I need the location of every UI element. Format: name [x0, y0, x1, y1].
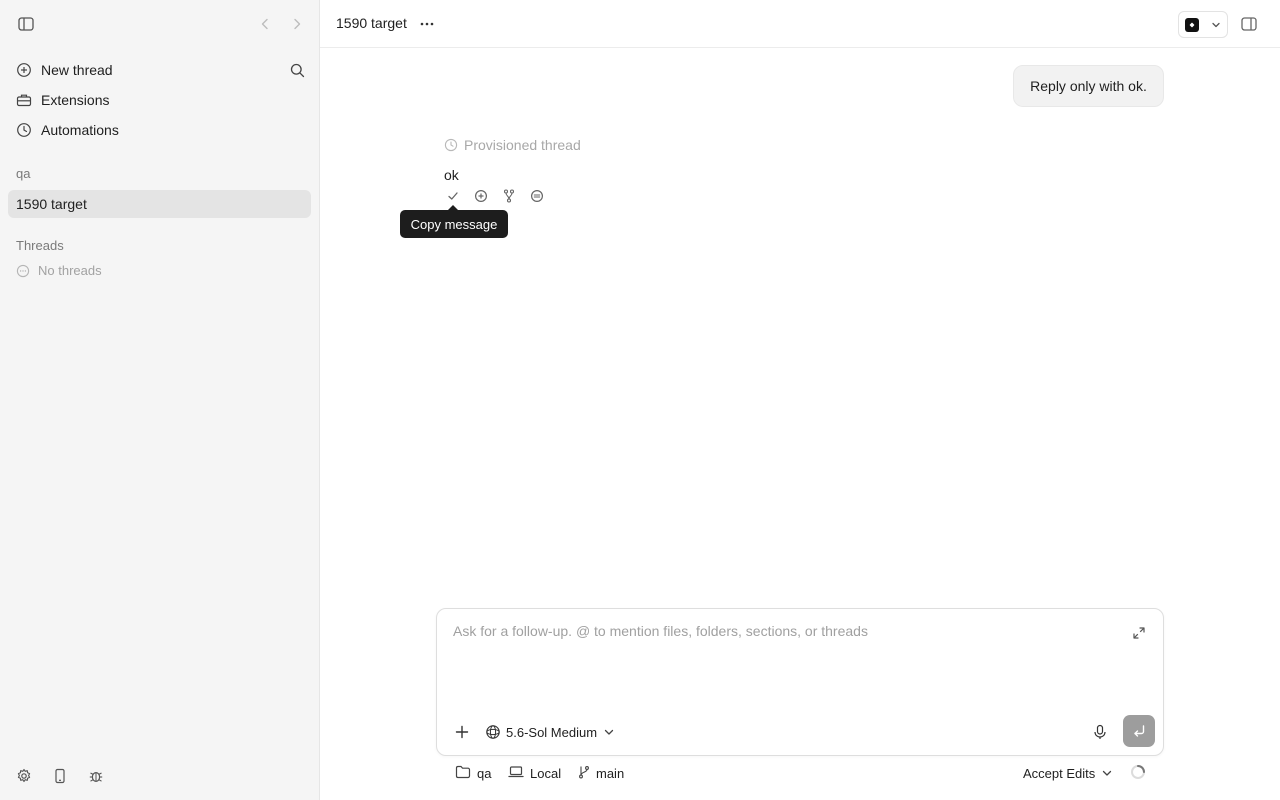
sidebar-toggle-icon[interactable] [14, 14, 38, 34]
copy-check-icon[interactable] [445, 188, 461, 204]
provisioned-thread-label: Provisioned thread [464, 137, 581, 153]
expand-composer-icon[interactable] [1131, 625, 1147, 641]
composer: 5.6-Sol Medium [436, 608, 1164, 756]
plus-circle-icon [16, 62, 32, 78]
chevron-down-icon [603, 726, 615, 738]
copy-message-tooltip: Copy message [400, 205, 508, 238]
clock-icon [16, 122, 32, 138]
model-label: 5.6-Sol Medium [506, 724, 598, 740]
more-options-icon[interactable] [416, 14, 438, 34]
edit-mode-label: Accept Edits [1023, 765, 1096, 781]
automations-label: Automations [41, 122, 119, 138]
nav-forward-icon[interactable] [286, 14, 308, 34]
environment-label: Local [530, 765, 562, 781]
laptop-icon [508, 765, 524, 781]
add-context-icon[interactable] [473, 188, 489, 204]
message-actions [445, 188, 557, 204]
sidebar-item-extensions[interactable]: Extensions [8, 86, 311, 114]
enter-arrow-icon [1134, 725, 1145, 737]
project-group-label[interactable]: qa [16, 166, 30, 181]
model-logo-icon [485, 724, 501, 740]
environment-selector[interactable]: Local [508, 763, 561, 783]
attach-plus-icon[interactable] [453, 723, 471, 741]
nav-back-icon[interactable] [254, 14, 276, 34]
folder-label: qa [477, 765, 492, 781]
no-threads-label: No threads [38, 263, 102, 278]
new-thread-label: New thread [41, 62, 113, 78]
thread-header: 1590 target [320, 0, 1280, 48]
folder-icon [455, 765, 471, 781]
retry-chat-icon[interactable] [529, 188, 545, 204]
sidebar-item-automations[interactable]: Automations [8, 116, 311, 144]
extensions-label: Extensions [41, 92, 110, 108]
threads-empty-state: No threads [16, 263, 102, 278]
app-logo-icon [1185, 17, 1199, 32]
model-selector[interactable]: 5.6-Sol Medium [485, 722, 615, 742]
bug-report-icon[interactable] [86, 766, 106, 786]
new-thread-button[interactable]: New thread [8, 56, 311, 84]
mobile-device-icon[interactable] [50, 766, 70, 786]
toolbox-icon [16, 92, 32, 108]
microphone-icon[interactable] [1091, 723, 1109, 741]
sidebar: New thread Extensions Automations qa 159… [0, 0, 320, 800]
follow-up-input[interactable] [453, 623, 1113, 703]
edit-mode-selector[interactable]: Accept Edits [1023, 763, 1113, 783]
folder-selector[interactable]: qa [455, 763, 491, 783]
clock-icon [444, 138, 458, 152]
sidebar-thread-active[interactable]: 1590 target [8, 190, 311, 218]
loading-spinner-icon [1130, 764, 1146, 780]
send-button[interactable] [1123, 715, 1155, 747]
open-in-app-button[interactable] [1178, 11, 1228, 38]
chat-bubble-icon [16, 264, 30, 278]
user-message-bubble: Reply only with ok. [1013, 65, 1164, 107]
settings-gear-icon[interactable] [14, 766, 34, 786]
branch-selector[interactable]: main [578, 763, 624, 783]
provisioned-thread-notice: Provisioned thread [444, 137, 581, 153]
fork-branch-icon[interactable] [501, 188, 517, 204]
chevron-down-icon [1211, 20, 1221, 30]
branch-label: main [596, 765, 625, 781]
git-branch-icon [578, 765, 592, 781]
thread-title: 1590 target [336, 15, 407, 31]
threads-heading: Threads [16, 238, 64, 253]
toggle-right-panel-icon[interactable] [1238, 14, 1260, 34]
chevron-down-icon [1101, 767, 1113, 779]
search-icon[interactable] [286, 59, 308, 81]
assistant-reply: ok [444, 167, 459, 183]
